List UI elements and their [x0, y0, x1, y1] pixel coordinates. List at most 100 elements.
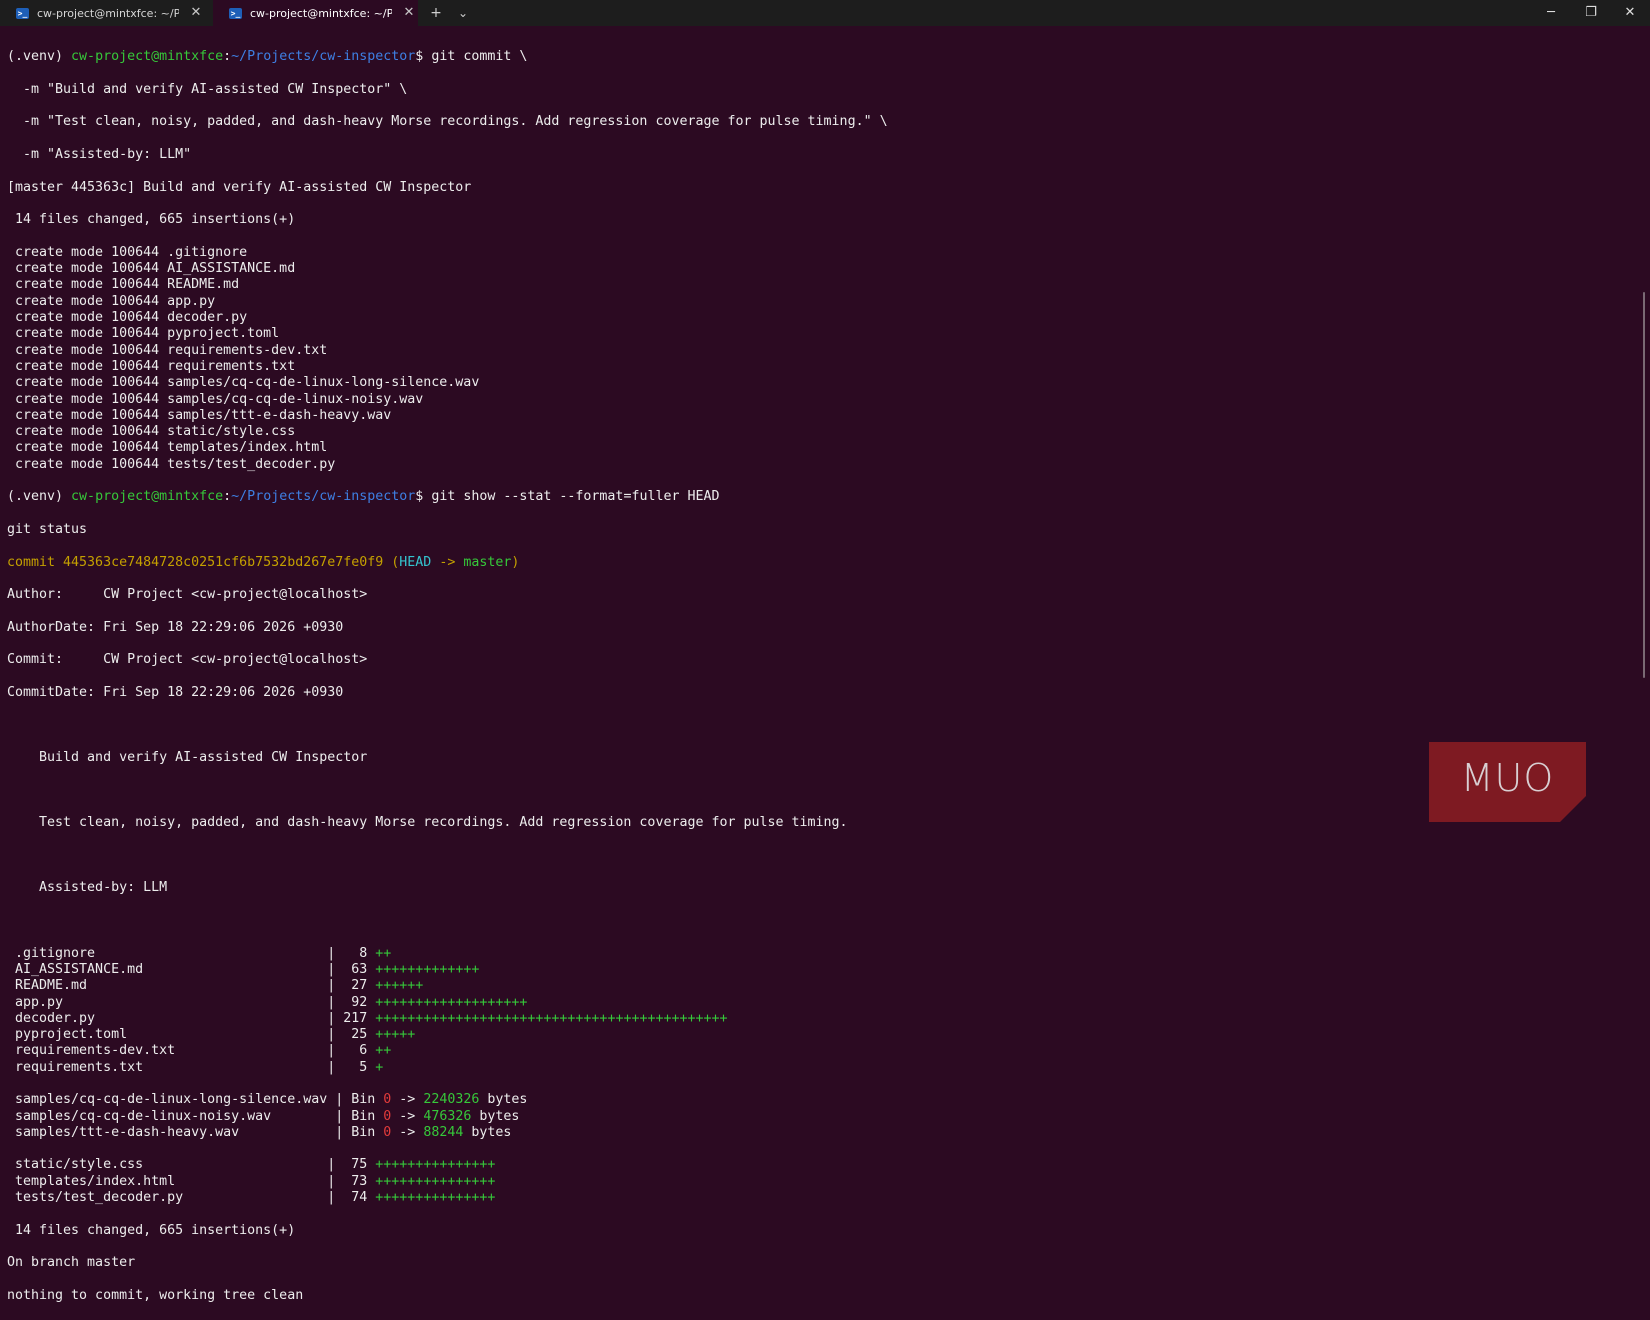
- tab-title: cw-project@mintxfce: ~/Proj: [250, 6, 392, 20]
- stat-file-name: app.py: [7, 994, 328, 1010]
- stat-file-name: samples/cq-cq-de-linux-noisy.wav: [7, 1108, 336, 1124]
- create-mode-line: create mode 100644 README.md: [7, 277, 888, 293]
- create-mode-line: create mode 100644 decoder.py: [7, 310, 888, 326]
- stat-separator: |: [327, 945, 344, 961]
- stat-row: AI_ASSISTANCE.md | 63 +++++++++++++: [7, 962, 888, 978]
- stat-bar: ++: [375, 1043, 392, 1059]
- create-mode-line: create mode 100644 .gitignore: [7, 245, 888, 261]
- stat-count: 63: [343, 961, 368, 977]
- minimize-button[interactable]: ─: [1531, 0, 1571, 26]
- stat-summary: 14 files changed, 665 insertions(+): [7, 1222, 296, 1238]
- created-file-name: requirements.txt: [167, 358, 296, 374]
- stat-file-name: tests/test_decoder.py: [7, 1190, 328, 1206]
- bin-unit: bytes: [479, 1092, 528, 1108]
- stat-bar: +++++++++++++++: [375, 1190, 496, 1206]
- command-continuation: -m "Test clean, noisy, padded, and dash-…: [7, 114, 888, 130]
- command-text: git show --stat --format=fuller HEAD: [431, 489, 720, 505]
- scrollbar-thumb[interactable]: [1643, 292, 1645, 678]
- tab-terminal-2[interactable]: >_ cw-project@mintxfce: ~/Proj ✕: [213, 0, 418, 26]
- stat-count: 217: [343, 1010, 368, 1026]
- commit-message-line: Assisted-by: LLM: [7, 880, 168, 896]
- stat-file-name: requirements.txt: [7, 1059, 328, 1075]
- maximize-button[interactable]: ❐: [1571, 0, 1611, 26]
- stat-count: 74: [343, 1190, 368, 1206]
- stat-bin-row: samples/cq-cq-de-linux-long-silence.wav …: [7, 1092, 888, 1108]
- stat-count: 5: [343, 1059, 368, 1075]
- stat-separator: | Bin: [335, 1092, 384, 1108]
- stat-file-name: decoder.py: [7, 1010, 328, 1026]
- create-mode-line: create mode 100644 static/style.css: [7, 424, 888, 440]
- stat-row: README.md | 27 ++++++: [7, 978, 888, 994]
- stat-row: decoder.py | 217 +++++++++++++++++++++++…: [7, 1011, 888, 1027]
- stat-file-name: static/style.css: [7, 1157, 328, 1173]
- prompt-line: (.venv) cw-project@mintxfce:~/Projects/c…: [7, 49, 528, 65]
- powershell-icon: >_: [229, 7, 242, 19]
- created-file-name: static/style.css: [167, 424, 296, 440]
- dropdown-icon[interactable]: ⌄: [452, 0, 474, 26]
- create-mode-line: create mode 100644 samples/ttt-e-dash-he…: [7, 408, 888, 424]
- stat-file-name: samples/cq-cq-de-linux-long-silence.wav: [7, 1092, 336, 1108]
- stat-row: static/style.css | 75 +++++++++++++++: [7, 1157, 888, 1173]
- created-file-name: AI_ASSISTANCE.md: [167, 261, 296, 277]
- create-mode-line: create mode 100644 AI_ASSISTANCE.md: [7, 261, 888, 277]
- stat-separator: |: [327, 1010, 344, 1026]
- bin-old-size: 0: [383, 1124, 392, 1140]
- create-prefix: create mode 100644: [7, 326, 168, 342]
- stat-count: 92: [343, 994, 368, 1010]
- bin-new-size: 88244: [423, 1124, 464, 1140]
- stat-file-name: samples/ttt-e-dash-heavy.wav: [7, 1124, 336, 1140]
- stat-separator: |: [327, 1190, 344, 1206]
- create-mode-line: create mode 100644 pyproject.toml: [7, 326, 888, 342]
- create-prefix: create mode 100644: [7, 375, 168, 391]
- created-file-name: .gitignore: [167, 244, 248, 260]
- stat-row: app.py | 92 +++++++++++++++++++: [7, 995, 888, 1011]
- create-prefix: create mode 100644: [7, 424, 168, 440]
- command-continuation: -m "Assisted-by: LLM": [7, 147, 192, 163]
- stat-bar: ++++++++++++++++++++++++++++++++++++++++…: [375, 1010, 728, 1026]
- created-file-name: pyproject.toml: [167, 326, 280, 342]
- stat-row: .gitignore | 8 ++: [7, 946, 888, 962]
- stat-bar: +++++++++++++++++++: [375, 994, 528, 1010]
- create-mode-line: create mode 100644 templates/index.html: [7, 440, 888, 456]
- stat-separator: |: [327, 978, 344, 994]
- create-prefix: create mode 100644: [7, 391, 168, 407]
- stat-file-name: README.md: [7, 978, 328, 994]
- stat-file-name: pyproject.toml: [7, 1027, 328, 1043]
- commit-header: [master 445363c] Build and verify AI-ass…: [7, 179, 472, 195]
- powershell-icon: >_: [16, 7, 29, 19]
- command-continuation: -m "Build and verify AI-assisted CW Insp…: [7, 81, 408, 97]
- close-tab-icon[interactable]: ✕: [189, 6, 203, 20]
- close-window-button[interactable]: ✕: [1610, 0, 1650, 26]
- create-mode-line: create mode 100644 requirements-dev.txt: [7, 343, 888, 359]
- stat-separator: |: [327, 994, 344, 1010]
- created-file-name: samples/cq-cq-de-linux-noisy.wav: [167, 391, 424, 407]
- commit-message-line: Test clean, noisy, padded, and dash-heav…: [7, 815, 848, 831]
- title-bar: >_ cw-project@mintxfce: ~/Proje ✕ >_ cw-…: [0, 0, 1650, 26]
- stat-file-name: templates/index.html: [7, 1173, 328, 1189]
- stat-row: requirements.txt | 5 +: [7, 1060, 888, 1076]
- create-mode-line: create mode 100644 app.py: [7, 294, 888, 310]
- watermark-corner: [1560, 796, 1586, 822]
- created-file-name: tests/test_decoder.py: [167, 456, 336, 472]
- bin-old-size: 0: [383, 1092, 392, 1108]
- commit-summary: 14 files changed, 665 insertions(+): [7, 212, 296, 228]
- create-prefix: create mode 100644: [7, 244, 168, 260]
- create-prefix: create mode 100644: [7, 342, 168, 358]
- typed-ahead-text: git status: [7, 521, 88, 537]
- stat-file-name: .gitignore: [7, 945, 328, 961]
- close-tab-icon[interactable]: ✕: [402, 6, 416, 20]
- watermark-text: MUO: [1460, 756, 1555, 800]
- terminal-output[interactable]: (.venv) cw-project@mintxfce:~/Projects/c…: [7, 33, 888, 1320]
- create-prefix: create mode 100644: [7, 293, 168, 309]
- new-tab-button[interactable]: +: [425, 0, 447, 26]
- stat-bar: +++++++++++++++: [375, 1173, 496, 1189]
- stat-separator: |: [327, 1059, 344, 1075]
- author-date-line: AuthorDate: Fri Sep 18 22:29:06 2026 +09…: [7, 619, 344, 635]
- stat-count: 27: [343, 978, 368, 994]
- create-prefix: create mode 100644: [7, 440, 168, 456]
- stat-count: 25: [343, 1027, 368, 1043]
- commit-message-line: Build and verify AI-assisted CW Inspecto…: [7, 750, 368, 766]
- author-line: Author: CW Project <cw-project@localhost…: [7, 587, 368, 603]
- tab-terminal-1[interactable]: >_ cw-project@mintxfce: ~/Proje ✕: [0, 0, 212, 26]
